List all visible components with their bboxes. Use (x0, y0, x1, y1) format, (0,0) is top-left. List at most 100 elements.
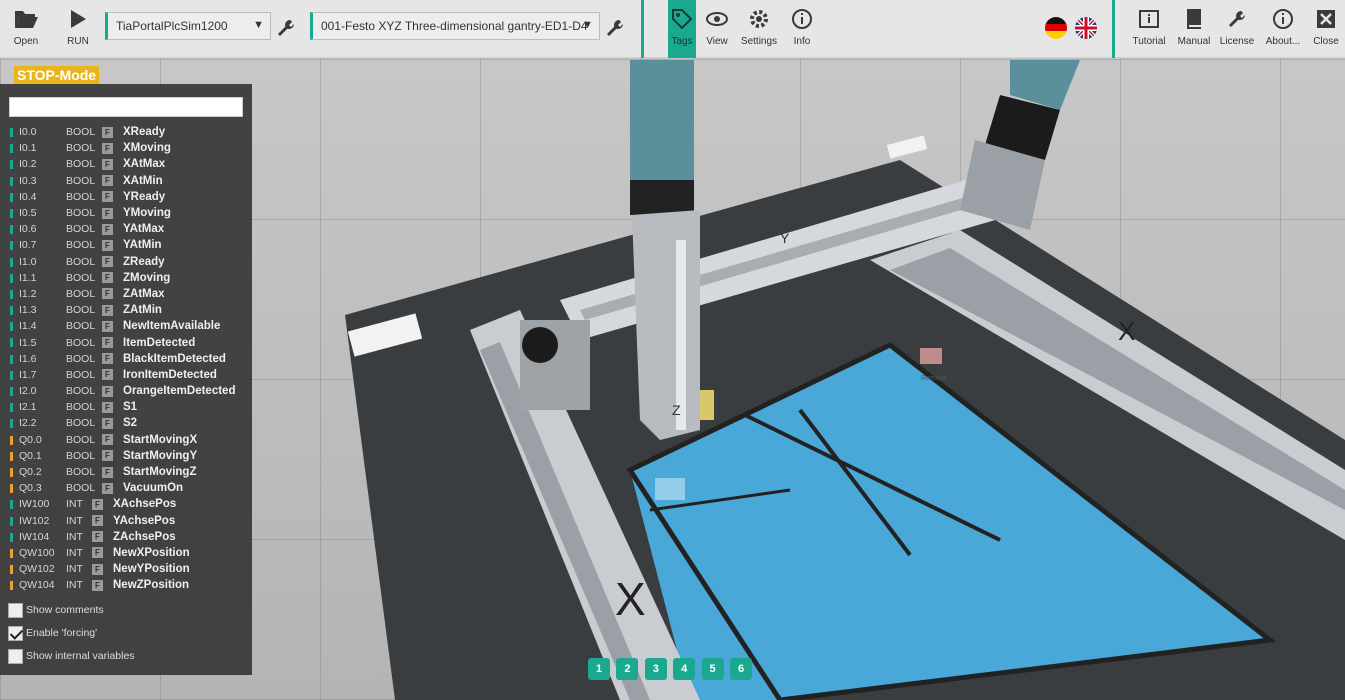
force-toggle[interactable]: F (102, 385, 113, 397)
force-toggle[interactable]: F (102, 337, 113, 349)
tag-row[interactable]: IW102 INT F YAchsePos (0, 513, 252, 529)
force-toggle[interactable]: F (102, 417, 113, 429)
tag-row[interactable]: I0.2 BOOL F XAtMax (0, 156, 252, 172)
tag-row[interactable]: I0.6 BOOL F YAtMax (0, 221, 252, 237)
io-direction-marker (10, 467, 13, 477)
tag-row[interactable]: I1.5 BOOL F ItemDetected (0, 334, 252, 350)
enable-forcing-checkbox[interactable]: Enable 'forcing' (8, 625, 97, 641)
force-toggle[interactable]: F (102, 126, 113, 138)
tag-filter-input[interactable] (9, 97, 243, 117)
tag-row[interactable]: I0.4 BOOL F YReady (0, 189, 252, 205)
force-toggle[interactable]: F (102, 450, 113, 462)
plc-select[interactable]: TiaPortalPlcSim1200 ▼ (105, 12, 271, 40)
tag-row[interactable]: I0.1 BOOL F XMoving (0, 140, 252, 156)
license-button[interactable]: License (1218, 0, 1256, 58)
checkbox-box[interactable] (8, 602, 23, 618)
tag-row[interactable]: I0.0 BOOL F XReady (0, 124, 252, 140)
force-toggle[interactable]: F (102, 304, 113, 316)
tag-address: I1.2 (19, 287, 37, 300)
io-direction-marker (10, 208, 13, 218)
show-internal-variables-checkbox[interactable]: Show internal variables (8, 648, 135, 664)
axis-z-label: Z (672, 402, 681, 418)
force-toggle[interactable]: F (102, 175, 113, 187)
tag-row[interactable]: I1.1 BOOL F ZMoving (0, 270, 252, 286)
force-toggle[interactable]: F (102, 482, 113, 494)
tag-row[interactable]: IW104 INT F ZAchsePos (0, 529, 252, 545)
camera-view-button[interactable]: 5 (701, 658, 724, 680)
open-button[interactable]: Open (6, 0, 46, 58)
force-toggle[interactable]: F (102, 466, 113, 478)
force-toggle[interactable]: F (102, 158, 113, 170)
tutorial-button[interactable]: Tutorial (1128, 0, 1170, 58)
language-german-button[interactable] (1043, 0, 1069, 58)
tag-row[interactable]: Q0.2 BOOL F StartMovingZ (0, 464, 252, 480)
force-toggle[interactable]: F (102, 207, 113, 219)
tag-row[interactable]: Q0.0 BOOL F StartMovingX (0, 432, 252, 448)
tag-name: ZReady (123, 255, 165, 268)
tag-row[interactable]: Q0.1 BOOL F StartMovingY (0, 448, 252, 464)
tag-row[interactable]: QW104 INT F NewZPosition (0, 577, 252, 593)
camera-view-button[interactable]: 3 (644, 658, 667, 680)
scene-settings-button[interactable] (601, 0, 629, 58)
force-toggle[interactable]: F (102, 369, 113, 381)
show-comments-checkbox[interactable]: Show comments (8, 602, 104, 618)
folder-open-icon (13, 7, 39, 31)
run-button[interactable]: RUN (58, 0, 98, 58)
force-toggle[interactable]: F (102, 256, 113, 268)
force-toggle[interactable]: F (102, 401, 113, 413)
tag-row[interactable]: I2.0 BOOL F OrangeItemDetected (0, 383, 252, 399)
force-toggle[interactable]: F (102, 191, 113, 203)
tag-row[interactable]: I2.1 BOOL F S1 (0, 399, 252, 415)
settings-button[interactable]: Settings (738, 0, 780, 58)
force-toggle[interactable]: F (102, 142, 113, 154)
close-button[interactable]: Close (1310, 0, 1342, 58)
tag-row[interactable]: I1.7 BOOL F IronItemDetected (0, 367, 252, 383)
tag-row[interactable]: I1.2 BOOL F ZAtMax (0, 286, 252, 302)
force-toggle[interactable]: F (102, 223, 113, 235)
tag-row[interactable]: Q0.3 BOOL F VacuumOn (0, 480, 252, 496)
force-toggle[interactable]: F (92, 579, 103, 591)
tag-row[interactable]: I1.6 BOOL F BlackItemDetected (0, 351, 252, 367)
camera-view-button[interactable]: 6 (730, 658, 752, 680)
info-button[interactable]: Info (788, 0, 816, 58)
camera-view-button[interactable]: 2 (616, 658, 639, 680)
tag-row[interactable]: I1.3 BOOL F ZAtMin (0, 302, 252, 318)
tag-row[interactable]: I1.0 BOOL F ZReady (0, 254, 252, 270)
language-english-button[interactable] (1073, 0, 1099, 58)
force-toggle[interactable]: F (102, 272, 113, 284)
about-button[interactable]: About... (1263, 0, 1303, 58)
view-button[interactable]: View (702, 0, 732, 58)
tag-row[interactable]: IW100 INT F XAchsePos (0, 496, 252, 512)
force-toggle[interactable]: F (102, 320, 113, 332)
manual-button[interactable]: Manual (1175, 0, 1213, 58)
tag-row[interactable]: I0.3 BOOL F XAtMin (0, 173, 252, 189)
scene-select[interactable]: 001-Festo XYZ Three-dimensional gantry-E… (310, 12, 600, 40)
tags-button[interactable]: Tags (668, 0, 696, 58)
tag-row[interactable]: I1.4 BOOL F NewItemAvailable (0, 318, 252, 334)
tag-row[interactable]: I0.5 BOOL F YMoving (0, 205, 252, 221)
force-toggle[interactable]: F (92, 563, 103, 575)
tag-row[interactable]: QW100 INT F NewXPosition (0, 545, 252, 561)
force-toggle[interactable]: F (102, 288, 113, 300)
checkbox-box[interactable] (8, 625, 23, 641)
gear-icon (748, 7, 770, 31)
tag-address: I0.1 (19, 142, 37, 155)
force-toggle[interactable]: F (92, 515, 103, 527)
force-toggle[interactable]: F (102, 434, 113, 446)
force-toggle[interactable]: F (92, 547, 103, 559)
plc-settings-button[interactable] (272, 0, 300, 58)
tag-row[interactable]: I0.7 BOOL F YAtMin (0, 237, 252, 253)
force-toggle[interactable]: F (92, 498, 103, 510)
tag-name: YAtMin (123, 239, 162, 252)
tag-row[interactable]: I2.2 BOOL F S2 (0, 415, 252, 431)
tag-row[interactable]: QW102 INT F NewYPosition (0, 561, 252, 577)
tag-address: I1.0 (19, 255, 37, 268)
force-toggle[interactable]: F (102, 239, 113, 251)
camera-view-button[interactable]: 1 (588, 658, 610, 680)
checkbox-box[interactable] (8, 648, 23, 664)
camera-view-button[interactable]: 4 (673, 658, 696, 680)
book-icon (1184, 7, 1204, 31)
play-icon (68, 7, 88, 31)
force-toggle[interactable]: F (92, 531, 103, 543)
force-toggle[interactable]: F (102, 353, 113, 365)
